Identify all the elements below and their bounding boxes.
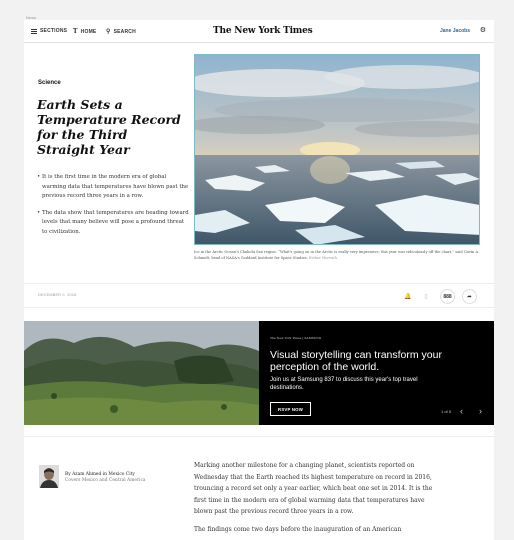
sponsored-ad[interactable]: The New York Times | SAMSUNG Visual stor… xyxy=(24,321,494,425)
article-toolbar: DECEMBER 0, 2016 🔔 ▯ 888 ➦ xyxy=(24,283,494,308)
author-avatar[interactable] xyxy=(39,465,59,488)
share-icon[interactable]: ➦ xyxy=(462,289,477,304)
chevron-right-icon[interactable]: › xyxy=(479,406,482,416)
summary-item: The data show that temperatures are head… xyxy=(37,209,189,238)
search-label: SEARCH xyxy=(113,28,136,35)
sections-button[interactable]: SECTIONS xyxy=(31,28,67,34)
comments-button[interactable]: 888 xyxy=(440,289,455,304)
ad-slide-counter: 1 of 5 xyxy=(441,409,452,414)
article-summary: It is the first time in the modern era o… xyxy=(37,173,189,244)
home-button[interactable]: T HOME xyxy=(73,28,96,35)
caption-credit: Esther Horvath xyxy=(308,256,338,260)
summary-item: It is the first time in the modern era o… xyxy=(37,173,189,202)
user-name-link[interactable]: Jane Jacobs xyxy=(440,28,470,34)
chevron-left-icon[interactable]: ‹ xyxy=(460,406,463,416)
image-caption: Ice in the Arctic Ocean's Chukchi Sea re… xyxy=(194,249,484,261)
gear-icon[interactable]: ⚙ xyxy=(480,26,486,34)
ad-image xyxy=(24,321,259,425)
ad-title: Visual storytelling can transform your p… xyxy=(270,349,442,373)
body-paragraph: The findings come two days before the in… xyxy=(194,525,402,533)
comment-count: 888 xyxy=(443,293,452,300)
masthead: SECTIONS T HOME ⚲ SEARCH The New York Ti… xyxy=(24,20,494,43)
nyt-logo[interactable]: The New York Times xyxy=(213,26,313,36)
bookmark-icon[interactable]: ▯ xyxy=(420,290,432,302)
hero-image[interactable] xyxy=(194,54,480,245)
rsvp-button[interactable]: RSVP NOW xyxy=(270,402,311,416)
article-page: SECTIONS T HOME ⚲ SEARCH The New York Ti… xyxy=(24,20,494,540)
home-label: HOME xyxy=(80,28,97,35)
ad-brand: The New York Times | SAMSUNG xyxy=(270,336,322,340)
author-role: Covers Mexico and Central America xyxy=(65,478,146,483)
sections-label: SECTIONS xyxy=(40,28,68,34)
article-headline: Earth Sets a Temperature Record for the … xyxy=(37,97,181,157)
article-kicker[interactable]: Science xyxy=(38,80,61,86)
search-icon: ⚲ xyxy=(106,29,111,35)
divider xyxy=(24,436,494,437)
author-byline: By Azam Ahmed in Mexico City Covers Mexi… xyxy=(65,472,146,484)
nyt-t-icon: T xyxy=(73,28,78,35)
article-body: Marking another milestone for a changing… xyxy=(194,460,444,540)
ad-subtitle: Join us at Samsung 837 to discuss this y… xyxy=(270,377,418,391)
bell-icon[interactable]: 🔔 xyxy=(402,290,414,302)
publish-date: DECEMBER 0, 2016 xyxy=(38,293,77,297)
hamburger-icon xyxy=(31,28,37,34)
author-name[interactable]: By Azam Ahmed in Mexico City xyxy=(65,472,135,477)
search-button[interactable]: ⚲ SEARCH xyxy=(106,28,136,36)
body-paragraph: Marking another milestone for a changing… xyxy=(194,462,433,515)
